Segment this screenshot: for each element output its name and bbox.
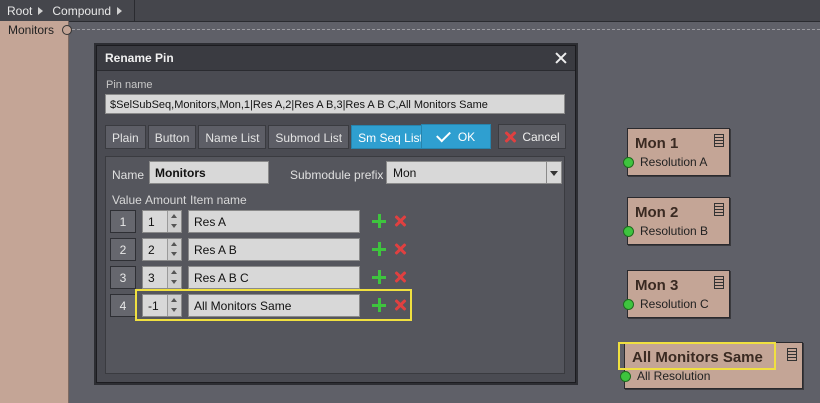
- node-mon-3[interactable]: Mon 3 Resolution C: [623, 270, 730, 318]
- grip-icon[interactable]: [714, 134, 724, 147]
- input-pin-icon[interactable]: [623, 299, 634, 310]
- name-input[interactable]: Monitors: [149, 161, 269, 184]
- monitors-pin-label: Monitors: [8, 23, 55, 37]
- item-name-input[interactable]: Res A B C: [188, 266, 360, 289]
- tab-plain[interactable]: Plain: [105, 125, 146, 149]
- chevron-right-icon: [38, 6, 44, 15]
- submodule-prefix-select[interactable]: Mon: [386, 161, 562, 184]
- check-icon: [435, 127, 451, 143]
- row-value: 3: [110, 266, 136, 289]
- node-title: Mon 3: [635, 277, 679, 294]
- add-row-icon[interactable]: [372, 242, 386, 256]
- breadcrumb: Root Compound: [0, 0, 820, 22]
- breadcrumb-divider: [134, 0, 135, 21]
- node-subtitle: Resolution A: [640, 155, 708, 169]
- amount-stepper[interactable]: 2: [142, 238, 182, 261]
- delete-row-icon[interactable]: [394, 243, 406, 255]
- rename-pin-dialog: Rename Pin Pin name $SelSubSeq,Monitors,…: [96, 45, 576, 383]
- close-icon[interactable]: [555, 52, 567, 64]
- row-value: 4: [110, 294, 136, 317]
- dialog-title: Rename Pin: [105, 51, 174, 65]
- input-pin-icon[interactable]: [623, 157, 634, 168]
- pin-name-label: Pin name: [106, 79, 153, 91]
- tab-button[interactable]: Button: [147, 125, 197, 149]
- tab-name-list[interactable]: Name List: [198, 125, 267, 149]
- node-subtitle: Resolution C: [640, 297, 709, 311]
- tab-bar: Plain Button Name List Submod List Sm Se…: [105, 125, 430, 149]
- spinner-arrows-icon[interactable]: [167, 267, 181, 288]
- item-name-input[interactable]: Res A: [188, 210, 360, 233]
- cancel-button[interactable]: Cancel: [498, 124, 566, 149]
- node-mon-1[interactable]: Mon 1 Resolution A: [623, 128, 730, 176]
- ok-label: OK: [457, 129, 476, 144]
- node-subtitle: Resolution B: [640, 224, 709, 238]
- node-title: Mon 1: [635, 135, 679, 152]
- delete-row-icon[interactable]: [394, 215, 406, 227]
- container-panel: [0, 21, 69, 403]
- pin-name-input[interactable]: $SelSubSeq,Monitors,Mon,1|Res A,2|Res A …: [105, 94, 565, 114]
- spinner-arrows-icon[interactable]: [167, 211, 181, 232]
- add-row-icon[interactable]: [372, 270, 386, 284]
- column-header-amount: Amount: [145, 193, 187, 207]
- chevron-down-icon[interactable]: [546, 162, 561, 183]
- sm-seq-list-panel: Name Monitors Submodule prefix Mon Value…: [105, 156, 565, 374]
- breadcrumb-root[interactable]: Root: [0, 4, 36, 18]
- highlight-box-node: [618, 342, 776, 370]
- cancel-label: Cancel: [522, 129, 560, 144]
- connection-line: [72, 29, 820, 30]
- delete-row-icon[interactable]: [394, 271, 406, 283]
- column-header-item-name: Item name: [190, 193, 247, 207]
- amount-value: 1: [148, 215, 155, 229]
- submodule-prefix-value: Mon: [393, 166, 417, 180]
- input-pin-icon[interactable]: [620, 371, 631, 382]
- input-pin-icon[interactable]: [623, 226, 634, 237]
- grip-icon[interactable]: [714, 276, 724, 289]
- amount-stepper[interactable]: 3: [142, 266, 182, 289]
- node-title: Mon 2: [635, 204, 679, 221]
- tab-sm-seq-list[interactable]: Sm Seq List: [351, 125, 430, 149]
- chevron-right-icon: [117, 6, 123, 15]
- name-label: Name: [112, 168, 145, 182]
- dialog-titlebar[interactable]: Rename Pin: [97, 46, 575, 71]
- monitors-pin-connector[interactable]: [62, 25, 72, 35]
- spinner-arrows-icon[interactable]: [167, 239, 181, 260]
- add-row-icon[interactable]: [372, 214, 386, 228]
- amount-value: 3: [148, 271, 155, 285]
- tab-submod-list[interactable]: Submod List: [268, 125, 350, 149]
- grip-icon[interactable]: [714, 203, 724, 216]
- submodule-prefix-label: Submodule prefix: [290, 168, 384, 182]
- cancel-x-icon: [504, 131, 516, 143]
- highlight-box-row: [135, 289, 412, 321]
- amount-stepper[interactable]: 1: [142, 210, 182, 233]
- grip-icon[interactable]: [787, 348, 797, 361]
- column-header-value: Value: [112, 193, 142, 207]
- item-name-input[interactable]: Res A B: [188, 238, 360, 261]
- amount-value: 2: [148, 243, 155, 257]
- breadcrumb-compound[interactable]: Compound: [45, 4, 115, 18]
- ok-button[interactable]: OK: [421, 124, 491, 149]
- row-value: 1: [110, 210, 136, 233]
- row-value: 2: [110, 238, 136, 261]
- node-subtitle: All Resolution: [637, 369, 711, 383]
- node-mon-2[interactable]: Mon 2 Resolution B: [623, 197, 730, 245]
